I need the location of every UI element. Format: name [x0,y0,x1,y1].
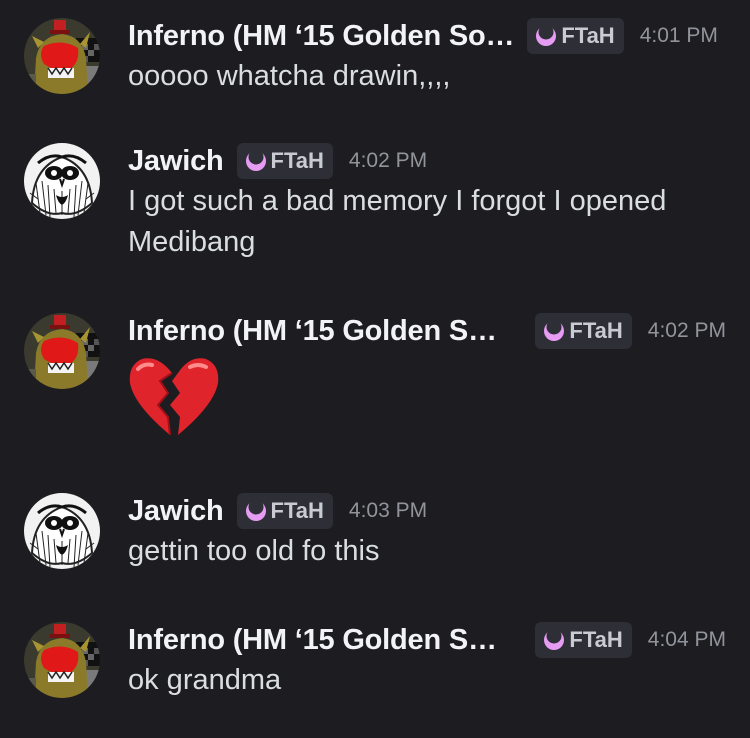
guild-tag-label: FTaH [270,148,324,173]
crescent-tag-icon [536,25,557,46]
message-header: Jawich FTaH 4:03 PM [128,491,726,531]
guild-tag[interactable]: FTaH [535,622,632,658]
message-header: Jawich FTaH 4:02 PM [128,141,726,181]
message-item: Inferno (HM ‘15 Golden So… FTaH 4:01 PM … [0,16,750,100]
username[interactable]: Inferno (HM ‘15 Golden So… [128,20,515,53]
crescent-tag-icon [544,320,565,341]
message-item: Jawich FTaH 4:02 PM I got such a bad mem… [0,141,750,271]
jawich-avatar[interactable] [24,143,100,219]
message-text: gettin too old fo this [128,535,380,567]
broken-heart-icon [129,358,219,436]
message-item: Inferno (HM ‘15 Golden S… FTaH 4:04 PM o… [0,620,750,710]
username[interactable]: Jawich [128,495,224,528]
timestamp: 4:04 PM [647,628,726,651]
inferno-avatar[interactable] [24,18,100,94]
guild-tag[interactable]: FTaH [535,313,632,349]
jawich-avatar-image [24,493,100,569]
timestamp: 4:02 PM [647,319,726,342]
crescent-tag-icon [245,500,266,521]
guild-tag-label: FTaH [569,627,623,652]
message-item: Inferno (HM ‘15 Golden S… FTaH 4:02 PM [0,311,750,451]
jawich-avatar[interactable] [24,493,100,569]
guild-tag[interactable]: FTaH [236,493,333,529]
guild-tag[interactable]: FTaH [527,18,624,54]
username[interactable]: Inferno (HM ‘15 Golden S… [128,624,497,657]
inferno-avatar-image [24,622,100,698]
guild-tag-label: FTaH [561,23,615,48]
guild-tag-label: FTaH [270,498,324,523]
username[interactable]: Inferno (HM ‘15 Golden S… [128,315,497,348]
timestamp: 4:03 PM [348,499,428,522]
message-feed: Inferno (HM ‘15 Golden So… FTaH 4:01 PM … [0,0,750,738]
inferno-avatar-image [24,18,100,94]
message-text: ok grandma [128,664,282,696]
inferno-avatar[interactable] [24,622,100,698]
message-text: ooooo whatcha drawin,,,, [128,60,451,92]
message-header: Inferno (HM ‘15 Golden S… FTaH 4:04 PM [128,620,726,660]
crescent-tag-icon [544,629,565,650]
message-text: I got such a bad memory I forgot I opene… [128,185,667,258]
inferno-avatar[interactable] [24,313,100,389]
timestamp: 4:01 PM [639,24,718,47]
timestamp: 4:02 PM [348,149,428,172]
jawich-avatar-image [24,143,100,219]
message-item: Jawich FTaH 4:03 PM gettin too old fo th… [0,491,750,581]
crescent-tag-icon [245,150,266,171]
message-header: Inferno (HM ‘15 Golden S… FTaH 4:02 PM [128,311,726,351]
inferno-avatar-image [24,313,100,389]
guild-tag[interactable]: FTaH [236,143,333,179]
guild-tag-label: FTaH [569,318,623,343]
username[interactable]: Jawich [128,145,224,178]
message-header: Inferno (HM ‘15 Golden So… FTaH 4:01 PM [128,16,726,56]
